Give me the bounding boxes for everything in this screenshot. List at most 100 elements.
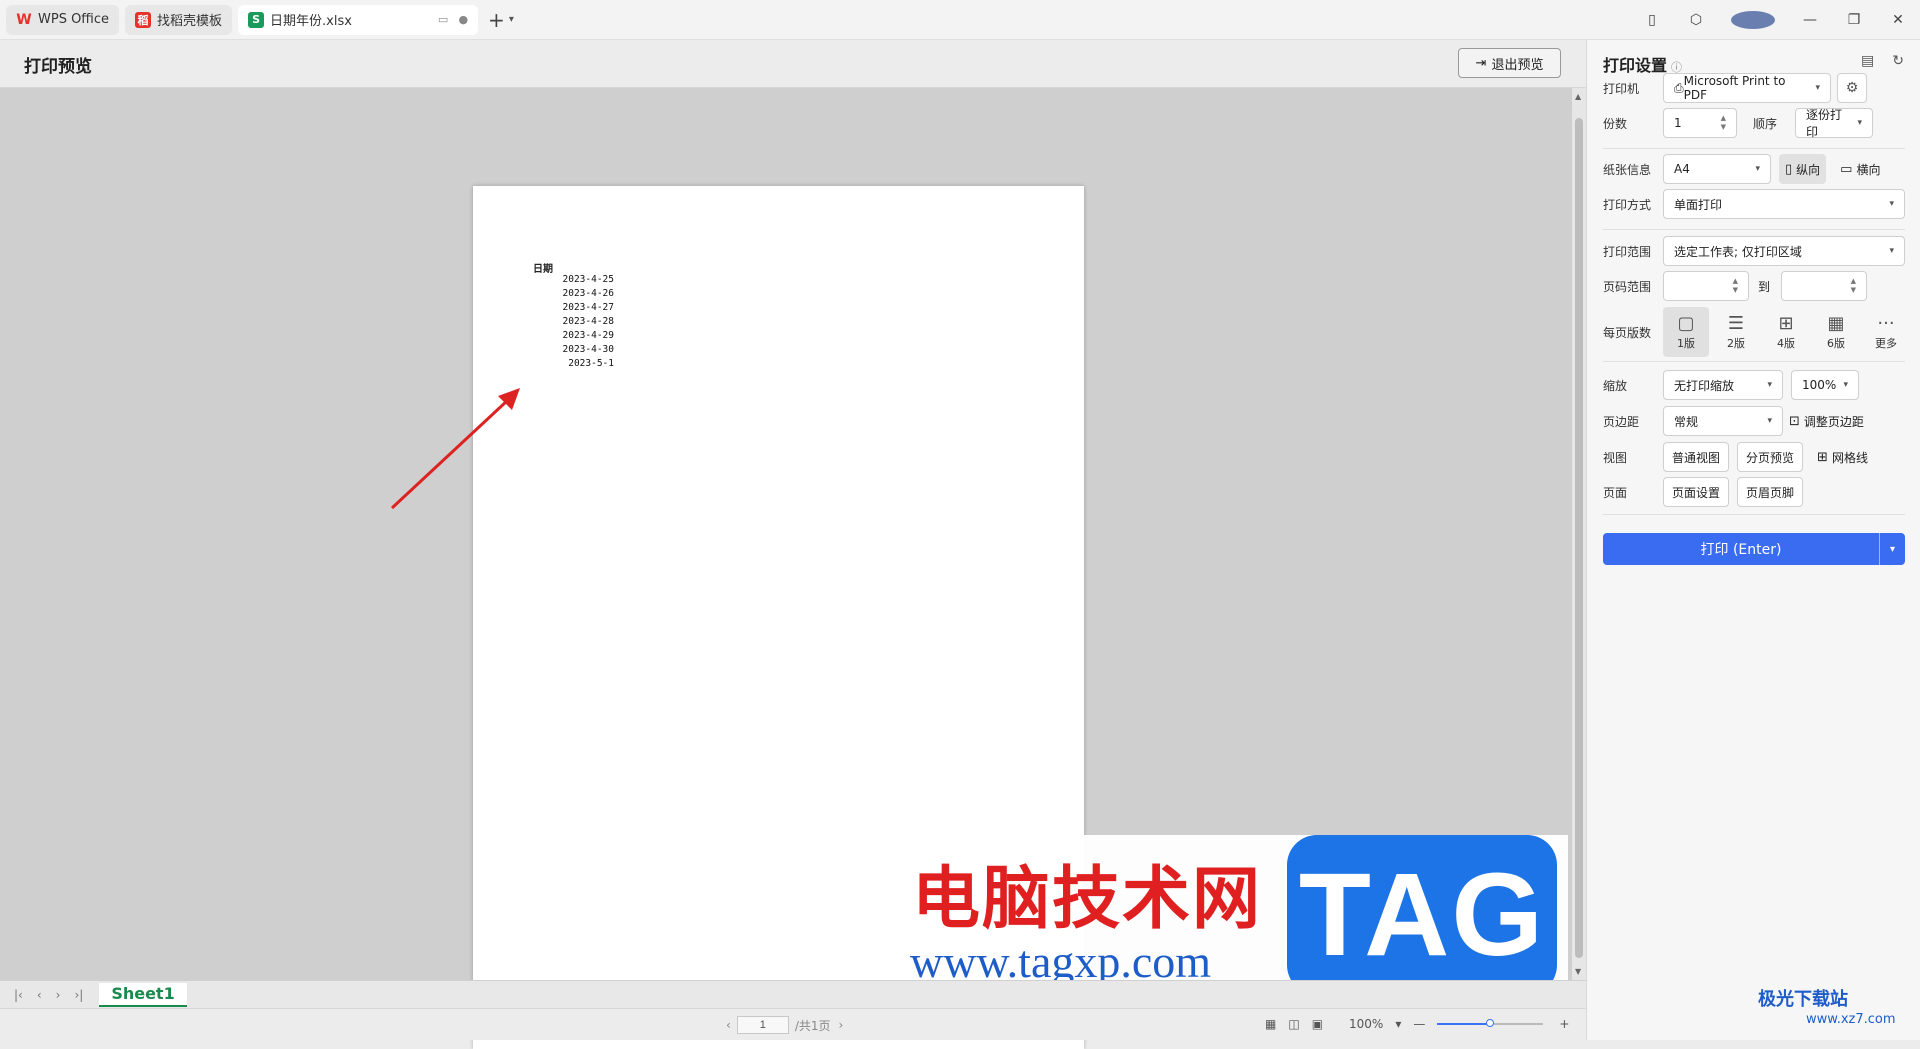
zoom-out-icon[interactable]: —	[1413, 1017, 1425, 1031]
six-page-icon: ▦	[1827, 313, 1845, 334]
minimize-icon[interactable]: —	[1788, 12, 1832, 28]
page-to-input[interactable]: ▲ ▼	[1781, 271, 1867, 301]
scroll-down-icon[interactable]: ▼	[1575, 967, 1581, 976]
page-break-icon[interactable]: ▣	[1312, 1017, 1323, 1031]
sheet-tab[interactable]: Sheet1	[99, 982, 187, 1007]
divider	[1603, 514, 1905, 515]
layout-4-button[interactable]: ⊞ 4版	[1763, 307, 1809, 357]
range-label: 打印范围	[1603, 244, 1652, 259]
preview-header: 打印预览 ⇥ 退出预览	[0, 40, 1586, 88]
stepper-arrows-icon[interactable]: ▲ ▼	[1721, 114, 1726, 132]
tab-label: 日期年份.xlsx	[270, 14, 352, 29]
paper-label: 纸张信息	[1603, 162, 1652, 177]
adjust-margin-button[interactable]: ⊡ 调整页边距	[1789, 413, 1864, 430]
panel-layout-icon[interactable]: ▤	[1861, 53, 1874, 69]
order-label: 顺序	[1753, 116, 1778, 131]
layout-label: 6版	[1827, 337, 1845, 350]
close-icon[interactable]: ✕	[1876, 12, 1920, 28]
scroll-thumb[interactable]	[1575, 118, 1583, 958]
margin-row: 页边距 常规 ▾ ⊡ 调整页边距	[1603, 406, 1864, 436]
printer-settings-button[interactable]: ⚙	[1837, 73, 1867, 103]
prev-page-icon[interactable]: ‹	[726, 1018, 731, 1032]
divider	[1603, 148, 1905, 149]
tab-workbook[interactable]: S 日期年份.xlsx ▭ ●	[238, 4, 479, 35]
gridlines-toggle[interactable]: ⊞ 网格线	[1817, 449, 1868, 466]
stepper-arrows-icon[interactable]: ▲ ▼	[1851, 277, 1856, 295]
order-value: 逐份打印	[1806, 108, 1843, 139]
date-cell: 2023-4-29	[562, 330, 614, 341]
next-sheet-icon[interactable]: ›	[56, 988, 61, 1002]
page-break-preview-button[interactable]: 分页预览	[1737, 442, 1804, 472]
scale-percent-select[interactable]: 100% ▾	[1791, 370, 1859, 400]
landscape-label: 横向	[1856, 162, 1881, 177]
header-footer-button[interactable]: 页眉页脚	[1737, 477, 1804, 507]
column-header: 日期	[533, 264, 553, 275]
per-page-label: 每页版数	[1603, 325, 1652, 340]
copies-stepper[interactable]: 1 ▲ ▼	[1663, 108, 1737, 138]
new-tab-icon[interactable]: +	[488, 8, 505, 32]
page-layout-icon[interactable]: ◫	[1288, 1017, 1299, 1031]
tab-wps-office[interactable]: W WPS Office	[6, 4, 120, 35]
range-row: 打印范围 选定工作表; 仅打印区域 ▾	[1603, 236, 1905, 266]
next-page-icon[interactable]: ›	[839, 1018, 844, 1032]
date-cell: 2023-5-1	[568, 358, 614, 369]
per-page-row: 每页版数 ▢ 1版 ☰ 2版 ⊞ 4版 ▦ 6版 ··· 更多	[1603, 307, 1909, 357]
vertical-scrollbar[interactable]: ▲ ▼	[1572, 88, 1586, 980]
restore-icon[interactable]: ❐	[1832, 12, 1876, 28]
print-button-label: 打印 (Enter)	[1700, 542, 1782, 558]
normal-view-icon[interactable]: ▦	[1265, 1017, 1276, 1031]
portrait-button[interactable]: ▯ 纵向	[1779, 154, 1827, 184]
chevron-down-icon[interactable]: ▾	[1879, 533, 1905, 565]
page-setup-button[interactable]: 页面设置	[1663, 477, 1730, 507]
layout-icon[interactable]: ▯	[1630, 12, 1674, 28]
layout-label: 4版	[1777, 337, 1795, 350]
mode-select[interactable]: 单面打印 ▾	[1663, 189, 1905, 219]
scale-select[interactable]: 无打印缩放 ▾	[1663, 370, 1783, 400]
gear-icon: ⚙	[1845, 80, 1859, 96]
unsaved-dot-icon: ●	[458, 13, 469, 26]
exit-preview-button[interactable]: ⇥ 退出预览	[1458, 48, 1561, 78]
corner-brand: 极光下载站	[1758, 989, 1848, 1010]
zoom-in-icon[interactable]: +	[1559, 1017, 1569, 1031]
status-bar: ‹ /共1页 › ▦ ◫ ▣ 100% ▾ — +	[0, 1008, 1586, 1040]
printer-select[interactable]: ⎙ Microsoft Print to PDF ▾	[1663, 73, 1831, 103]
order-select[interactable]: 逐份打印 ▾	[1795, 108, 1873, 139]
last-sheet-icon[interactable]: ›|	[74, 988, 83, 1002]
print-button[interactable]: 打印 (Enter) ▾	[1603, 533, 1905, 565]
margin-value: 常规	[1674, 414, 1699, 429]
avatar[interactable]	[1731, 11, 1775, 29]
layout-6-button[interactable]: ▦ 6版	[1813, 307, 1859, 357]
prev-sheet-icon[interactable]: ‹	[37, 988, 42, 1002]
normal-view-button[interactable]: 普通视图	[1663, 442, 1730, 472]
exit-preview-label: 退出预览	[1491, 57, 1544, 73]
page-from-input[interactable]: ▲ ▼	[1663, 271, 1749, 301]
zoom-slider-knob[interactable]	[1486, 1019, 1495, 1027]
zoom-slider[interactable]	[1437, 1019, 1544, 1027]
landscape-button[interactable]: ▭ 横向	[1834, 154, 1886, 184]
page-range-row: 页码范围 ▲ ▼ 到 ▲ ▼	[1603, 271, 1867, 301]
paper-select[interactable]: A4 ▾	[1663, 154, 1771, 184]
scroll-up-icon[interactable]: ▲	[1575, 92, 1581, 101]
page-number-input[interactable]	[736, 1016, 789, 1034]
zoom-level[interactable]: 100%	[1349, 1017, 1383, 1031]
monitor-icon[interactable]: ▭	[438, 13, 448, 26]
cube-icon[interactable]: ⬡	[1674, 12, 1718, 28]
divider	[1603, 361, 1905, 362]
chevron-down-icon: ▾	[1843, 380, 1848, 390]
date-cell: 2023-4-30	[562, 344, 614, 355]
zoom-dropdown-icon[interactable]: ▾	[1395, 1017, 1401, 1031]
layout-more-button[interactable]: ··· 更多	[1863, 307, 1909, 357]
range-select[interactable]: 选定工作表; 仅打印区域 ▾	[1663, 236, 1905, 266]
panel-pin-icon[interactable]: ↻	[1892, 53, 1904, 69]
panel-toolbar: ▤ ↻	[1861, 53, 1904, 69]
layout-1-button[interactable]: ▢ 1版	[1663, 307, 1709, 357]
margin-select[interactable]: 常规 ▾	[1663, 406, 1783, 436]
annotation-arrow	[390, 388, 520, 510]
tab-daoke-templates[interactable]: 稻 找稻壳模板	[125, 4, 233, 35]
first-sheet-icon[interactable]: |‹	[14, 988, 23, 1002]
layout-2-button[interactable]: ☰ 2版	[1713, 307, 1759, 357]
date-cell: 2023-4-27	[562, 302, 614, 313]
stepper-arrows-icon[interactable]: ▲ ▼	[1733, 277, 1738, 295]
chevron-down-icon[interactable]: ▾	[509, 14, 514, 25]
chevron-down-icon: ▾	[1815, 83, 1820, 93]
